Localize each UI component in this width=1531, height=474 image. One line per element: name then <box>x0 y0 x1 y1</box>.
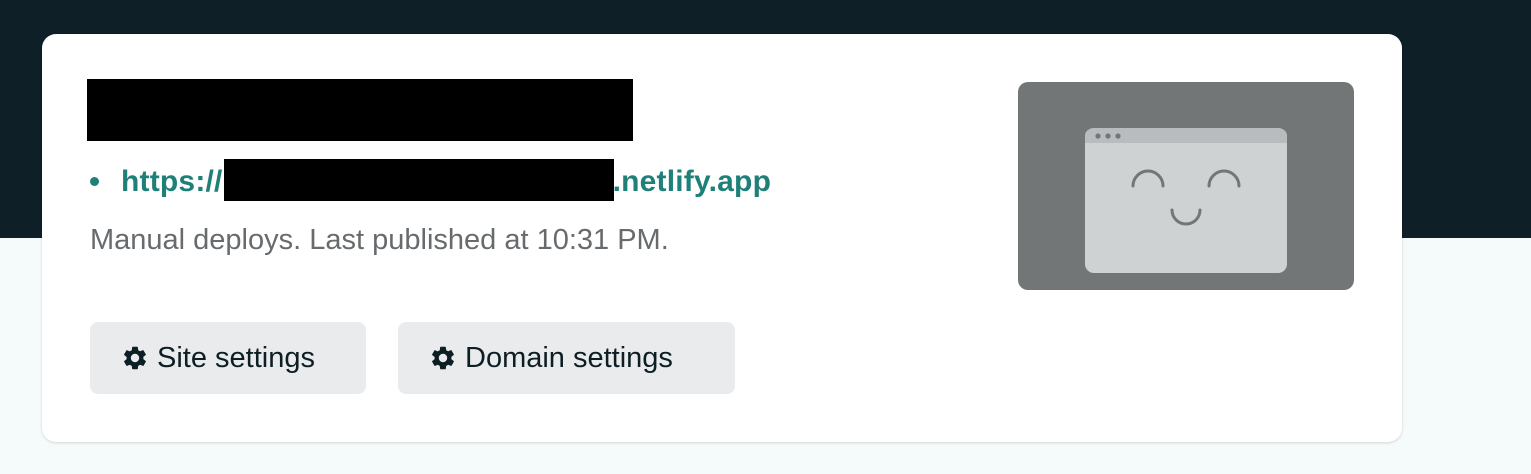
url-redaction-bar <box>224 159 614 201</box>
domain-settings-label: Domain settings <box>465 341 673 374</box>
gear-icon <box>121 344 149 372</box>
site-title-redacted <box>87 79 633 141</box>
site-card: https:// .netlify.app Manual deploys. Las… <box>42 34 1402 442</box>
bullet-icon <box>90 176 99 186</box>
site-settings-label: Site settings <box>157 341 315 374</box>
site-settings-button[interactable]: Site settings <box>90 322 366 394</box>
deploy-status-text: Manual deploys. Last published at 10:31 … <box>90 224 669 256</box>
site-url-prefix: https:// <box>121 165 223 198</box>
browser-smiley-icon <box>1085 128 1287 273</box>
site-preview-thumbnail[interactable] <box>1018 82 1354 290</box>
site-url-suffix: .netlify.app <box>612 165 772 198</box>
domain-settings-button[interactable]: Domain settings <box>398 322 735 394</box>
gear-icon <box>429 344 457 372</box>
